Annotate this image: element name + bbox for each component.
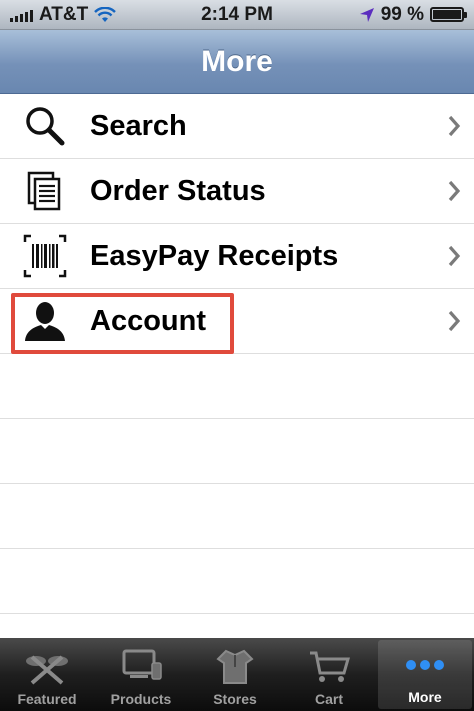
tab-label: Cart <box>314 691 343 707</box>
status-time: 2:14 PM <box>201 3 273 25</box>
signal-icon <box>10 8 33 22</box>
nav-bar: More <box>0 30 474 94</box>
menu-item-label: Order Status <box>90 174 266 207</box>
more-menu-list: Search Order Status EasyPay Receipts Acc… <box>0 94 474 638</box>
empty-row <box>0 419 474 484</box>
tab-label: Stores <box>213 691 257 707</box>
status-bar: AT&T 2:14 PM 99 % <box>0 0 474 30</box>
documents-icon <box>0 159 90 224</box>
chevron-right-icon <box>434 245 474 267</box>
person-icon <box>0 289 90 354</box>
menu-item-label: Account <box>90 304 206 337</box>
tab-label: Featured <box>17 691 77 707</box>
cart-icon <box>310 651 350 682</box>
tab-stores[interactable]: Stores <box>188 638 282 711</box>
menu-item-easypay-receipts[interactable]: EasyPay Receipts <box>0 224 474 289</box>
products-icon <box>122 649 162 680</box>
empty-row <box>0 484 474 549</box>
chevron-right-icon <box>434 180 474 202</box>
menu-item-order-status[interactable]: Order Status <box>0 159 474 224</box>
battery-fill <box>433 10 461 19</box>
carrier-label: AT&T <box>39 3 89 25</box>
location-arrow-icon <box>359 7 374 22</box>
empty-row <box>0 614 474 638</box>
more-dots-icon <box>406 660 444 670</box>
tab-cart[interactable]: Cart <box>282 638 376 711</box>
menu-item-search[interactable]: Search <box>0 94 474 159</box>
chevron-right-icon <box>434 115 474 137</box>
chevron-right-icon <box>434 310 474 332</box>
barcode-icon <box>0 224 90 289</box>
page-title: More <box>201 44 273 78</box>
empty-row <box>0 354 474 419</box>
menu-item-label: Search <box>90 109 187 142</box>
tab-products[interactable]: Products <box>94 638 188 711</box>
search-icon <box>0 94 90 159</box>
menu-item-account[interactable]: Account <box>0 289 474 354</box>
tab-featured[interactable]: Featured <box>0 638 94 711</box>
tab-more[interactable]: More <box>378 640 472 709</box>
tab-bar: Featured Products Stores Cart More <box>0 638 474 711</box>
tab-label: Products <box>110 691 172 707</box>
battery-percent: 99 % <box>380 3 424 25</box>
wifi-icon <box>94 6 117 22</box>
menu-item-label: EasyPay Receipts <box>90 239 339 272</box>
status-left: AT&T <box>10 4 180 26</box>
empty-row <box>0 549 474 614</box>
tab-label: More <box>408 689 442 705</box>
status-right: 99 % <box>294 3 467 26</box>
featured-icon <box>26 655 68 685</box>
battery-icon <box>430 7 467 22</box>
stores-icon <box>216 649 254 684</box>
